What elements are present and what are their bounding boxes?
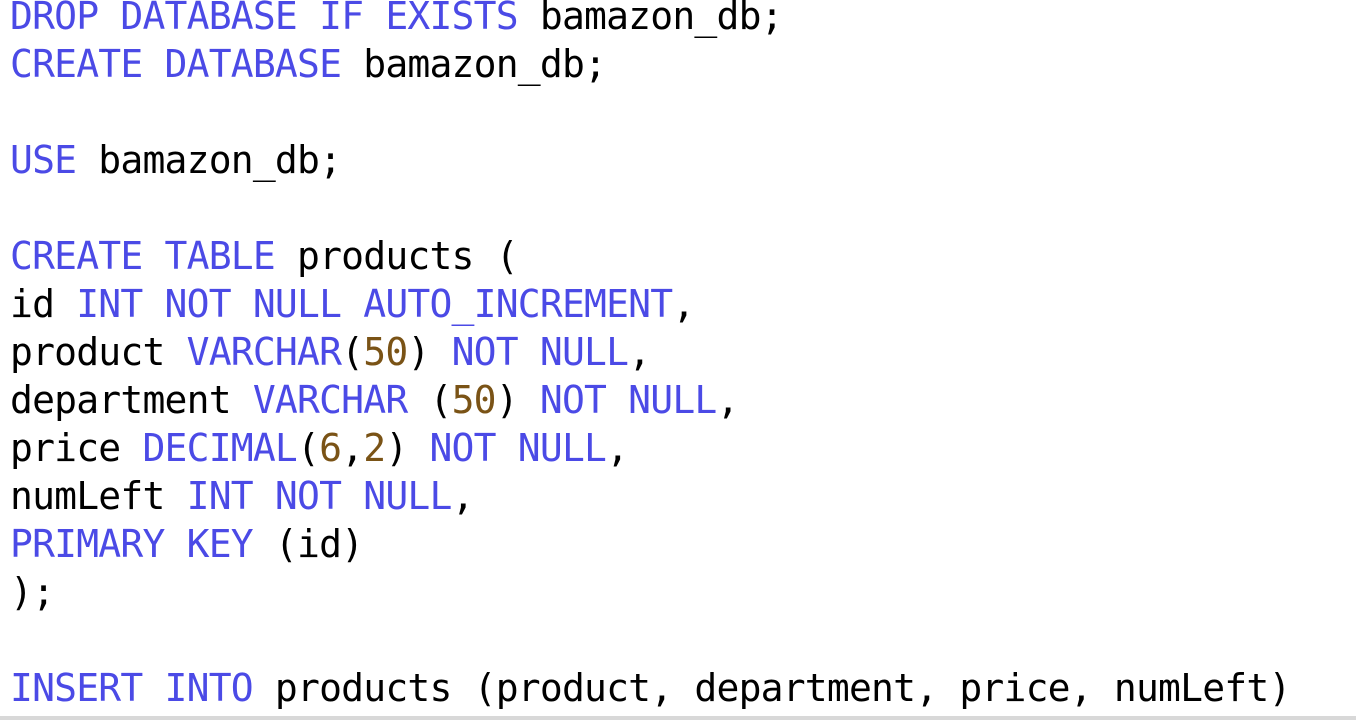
sql-keyword: CREATE TABLE	[10, 234, 276, 278]
sql-text: bamazon_db;	[341, 42, 607, 86]
sql-text: ,	[341, 426, 364, 470]
code-line: numLeft INT NOT NULL,	[10, 472, 1291, 520]
sql-keyword: NOT NULL	[451, 330, 629, 374]
code-line: CREATE DATABASE bamazon_db;	[10, 40, 1291, 88]
code-line: price DECIMAL(6,2) NOT NULL,	[10, 424, 1291, 472]
sql-text: ,	[606, 426, 629, 470]
sql-keyword: INSERT INTO	[10, 666, 254, 710]
code-line: product VARCHAR(50) NOT NULL,	[10, 328, 1291, 376]
sql-text: (	[297, 426, 320, 470]
sql-text: id	[10, 282, 77, 326]
code-line: );	[10, 568, 1291, 616]
sql-keyword: USE	[10, 138, 77, 182]
sql-keyword: INT NOT NULL	[186, 474, 453, 518]
sql-keyword: DECIMAL	[142, 426, 298, 470]
sql-text: products (	[274, 234, 519, 278]
sql-text: (	[341, 330, 364, 374]
sql-number: 6	[319, 426, 342, 470]
sql-number: 50	[363, 330, 408, 374]
sql-text: ,	[451, 474, 475, 518]
sql-text: department	[10, 378, 253, 422]
sql-text: (	[407, 378, 452, 422]
sql-text: (id)	[252, 522, 364, 566]
code-line: USE bamazon_db;	[10, 136, 1291, 184]
sql-text: bamazon_db;	[76, 138, 342, 182]
sql-keyword: VARCHAR	[252, 378, 408, 422]
sql-text: )	[385, 426, 430, 470]
sql-keyword: PRIMARY KEY	[10, 522, 254, 566]
sql-keyword: INT NOT NULL AUTO_INCREMENT	[76, 282, 673, 326]
sql-text: price	[10, 426, 143, 470]
sql-text: )	[407, 330, 452, 374]
code-line: PRIMARY KEY (id)	[10, 520, 1291, 568]
sql-text: bamazon_db;	[517, 0, 784, 38]
editor-bottom-border	[0, 716, 1356, 720]
sql-text: ,	[628, 330, 651, 374]
sql-text: ,	[672, 282, 695, 326]
sql-keyword: VARCHAR	[186, 330, 342, 374]
sql-text: ,	[716, 378, 740, 422]
sql-text: numLeft	[10, 474, 187, 518]
sql-keyword: NOT NULL	[539, 378, 717, 422]
sql-code-block[interactable]: DROP DATABASE IF EXISTS bamazon_db; CREAT…	[10, 0, 1291, 712]
sql-keyword: NOT NULL	[429, 426, 607, 470]
sql-keyword: DROP DATABASE IF EXISTS	[10, 0, 519, 38]
code-line: CREATE TABLE products (	[10, 232, 1291, 280]
sql-keyword: CREATE DATABASE	[10, 42, 342, 86]
sql-number: 50	[451, 378, 497, 422]
code-line: department VARCHAR (50) NOT NULL,	[10, 376, 1291, 424]
code-editor[interactable]: DROP DATABASE IF EXISTS bamazon_db; CREAT…	[0, 0, 1356, 720]
sql-text: product	[10, 330, 187, 374]
code-line: id INT NOT NULL AUTO_INCREMENT,	[10, 280, 1291, 328]
sql-text: products (product, department, price, nu…	[252, 666, 1291, 710]
code-line: INSERT INTO products (product, departmen…	[10, 664, 1291, 712]
sql-text: )	[495, 378, 540, 422]
code-line: DROP DATABASE IF EXISTS bamazon_db;	[10, 0, 1291, 40]
sql-text: );	[10, 570, 55, 614]
sql-number: 2	[363, 426, 386, 470]
